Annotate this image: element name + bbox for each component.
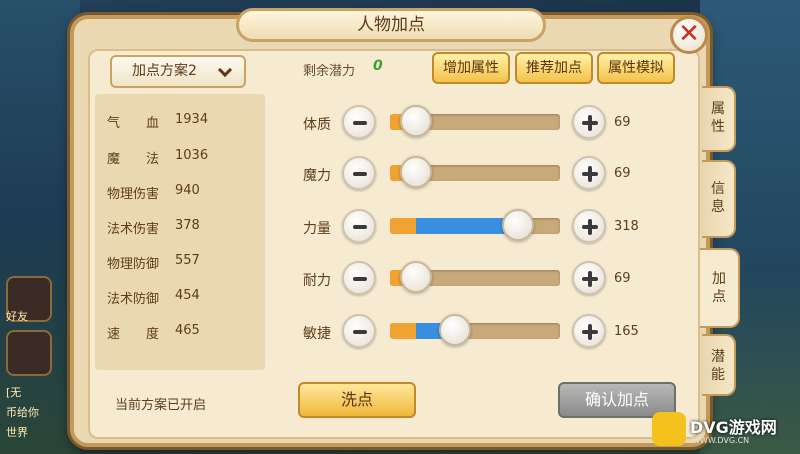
simulate-attribute-button[interactable]: 属性模拟	[597, 52, 675, 84]
close-icon[interactable]: ✕	[670, 16, 708, 54]
plus-icon[interactable]	[572, 209, 606, 243]
tab-label: 信	[711, 181, 725, 197]
tab-info[interactable]: 信 息	[702, 160, 736, 238]
stat-label: 物理防御	[107, 257, 160, 272]
stat-value: 1934	[175, 112, 209, 127]
tab-label: 潜	[711, 349, 725, 365]
potential-label: 剩余潜力	[303, 64, 356, 79]
stat-value: 1036	[175, 148, 209, 163]
window-title: 人物加点	[236, 8, 546, 42]
stat-value: 465	[175, 323, 200, 338]
stat-label: 速 度	[107, 327, 160, 342]
slider-track-magic[interactable]	[390, 156, 560, 188]
potential-value: 0	[373, 58, 383, 74]
tab-label: 息	[711, 199, 725, 215]
scheme-selector[interactable]: 加点方案2	[110, 55, 246, 88]
tab-add-points[interactable]: 加 点	[700, 248, 740, 328]
stat-row-mp: 魔 法 1036	[107, 148, 267, 168]
stat-label: 魔 法	[107, 152, 160, 167]
minus-icon[interactable]	[342, 209, 376, 243]
stat-value: 940	[175, 183, 200, 198]
minus-icon[interactable]	[342, 314, 376, 348]
attribute-value-constitution: 69	[614, 115, 631, 130]
stat-row-phys-def: 物理防御 557	[107, 253, 267, 273]
slider-track-agility[interactable]	[390, 314, 560, 346]
chat-line-3: 世界	[6, 426, 28, 439]
slider-knob[interactable]	[400, 156, 432, 188]
attribute-value-agility: 165	[614, 324, 639, 339]
stat-row-hp: 气 血 1934	[107, 112, 267, 132]
stat-label: 法术伤害	[107, 222, 160, 237]
stat-row-magic-def: 法术防御 454	[107, 288, 267, 308]
minus-icon[interactable]	[342, 105, 376, 139]
stat-label: 法术防御	[107, 292, 160, 307]
attribute-label-strength: 力量	[303, 221, 331, 237]
recommend-points-button[interactable]: 推荐加点	[515, 52, 593, 84]
add-attribute-button[interactable]: 增加属性	[432, 52, 510, 84]
slider-knob[interactable]	[501, 209, 534, 241]
watermark: DVG游戏网 WWW.DVG.CN	[652, 410, 796, 450]
stat-label: 物理伤害	[107, 187, 160, 202]
chat-line-2: 币给你	[6, 406, 39, 419]
tab-label: 加	[712, 271, 726, 287]
plus-icon[interactable]	[572, 156, 606, 190]
chat-line-1: [无	[6, 386, 22, 399]
tab-label: 点	[712, 289, 726, 305]
watermark-url: WWW.DVG.CN	[692, 436, 750, 445]
slider-knob[interactable]	[400, 105, 432, 137]
plus-icon[interactable]	[572, 105, 606, 139]
watermark-text: DVG游戏网	[690, 418, 777, 437]
friends-label: 好友	[6, 310, 28, 323]
slider-base-fill	[390, 218, 416, 234]
chevron-down-icon	[217, 62, 233, 78]
chat-button[interactable]	[6, 330, 52, 376]
reset-points-button[interactable]: 洗点	[298, 382, 416, 418]
stat-row-phys-dmg: 物理伤害 940	[107, 183, 267, 203]
stat-row-magic-dmg: 法术伤害 378	[107, 218, 267, 238]
stat-value: 557	[175, 253, 200, 268]
slider-knob[interactable]	[400, 261, 432, 293]
stats-list: 气 血 1934 魔 法 1036 物理伤害 940 法术伤害 378 物理防御…	[95, 94, 265, 370]
attribute-label-agility: 敏捷	[303, 326, 331, 342]
slider-track-strength[interactable]	[390, 209, 560, 241]
stat-row-speed: 速 度 465	[107, 323, 267, 343]
attribute-label-magic: 魔力	[303, 168, 331, 184]
tab-attributes[interactable]: 属 性	[702, 86, 736, 152]
slider-knob[interactable]	[438, 314, 471, 346]
plus-icon[interactable]	[572, 261, 606, 295]
slider-track-constitution[interactable]	[390, 105, 560, 137]
stat-value: 454	[175, 288, 200, 303]
tab-label: 属	[711, 101, 725, 117]
attribute-value-strength: 318	[614, 219, 639, 234]
stat-label: 气 血	[107, 116, 160, 131]
plus-icon[interactable]	[572, 314, 606, 348]
attribute-label-endurance: 耐力	[303, 273, 331, 289]
scheme-selector-label: 加点方案2	[132, 63, 197, 79]
slider-base-fill	[390, 323, 416, 339]
minus-icon[interactable]	[342, 261, 376, 295]
attribute-value-endurance: 69	[614, 271, 631, 286]
slider-track-endurance[interactable]	[390, 261, 560, 293]
stat-value: 378	[175, 218, 200, 233]
tab-potential[interactable]: 潜 能	[702, 334, 736, 396]
tab-label: 能	[711, 367, 725, 383]
attribute-label-constitution: 体质	[303, 117, 331, 133]
minus-icon[interactable]	[342, 156, 376, 190]
scheme-status-text: 当前方案已开启	[115, 398, 207, 413]
gamepad-icon	[652, 412, 686, 446]
attribute-value-magic: 69	[614, 166, 631, 181]
tab-label: 性	[711, 119, 725, 135]
